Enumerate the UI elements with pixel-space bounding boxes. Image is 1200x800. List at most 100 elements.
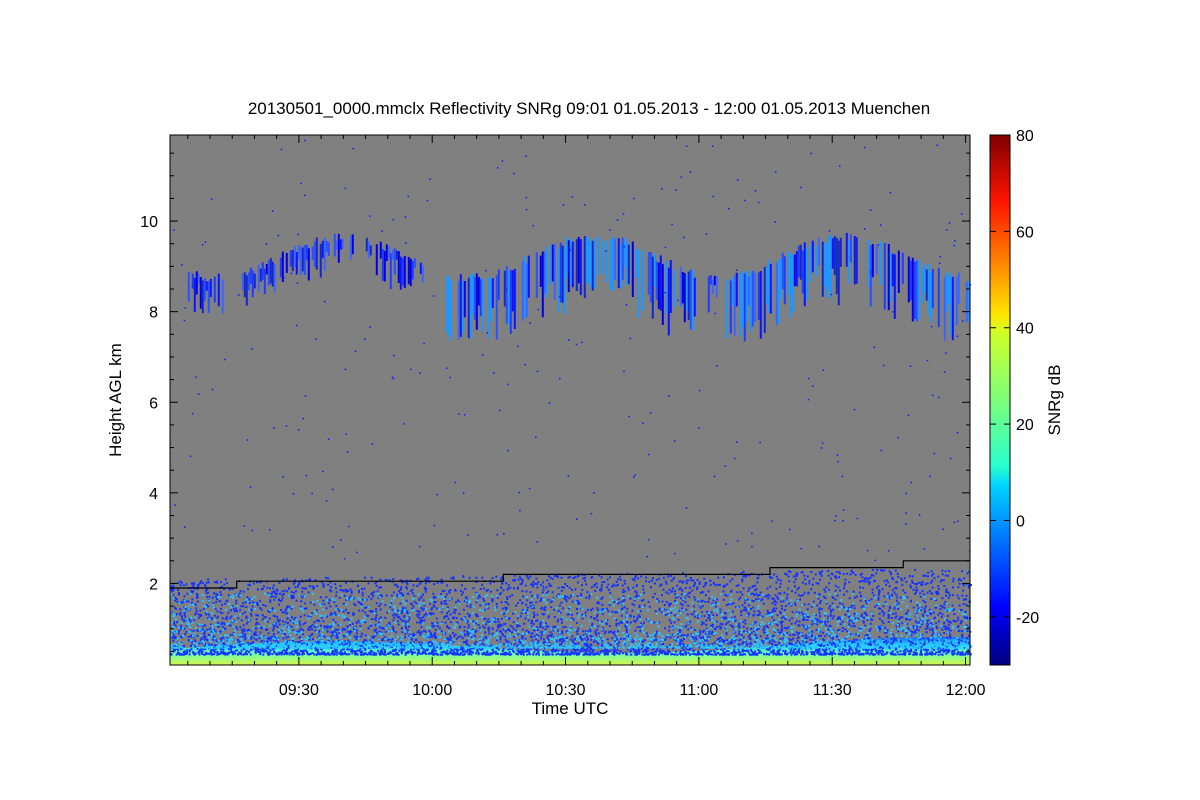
cirrus-echo-streak: [539, 255, 542, 287]
cirrus-echo-streak: [601, 241, 604, 275]
cirrus-echo-streak: [657, 262, 660, 310]
cirrus-echo-streak: [763, 266, 766, 333]
x-tick-label: 10:30: [546, 682, 586, 699]
x-tick-label: 10:00: [412, 682, 452, 699]
cirrus-echo-streak: [775, 262, 778, 325]
cirrus-echo-streak: [527, 255, 530, 298]
cirrus-echo-streak: [469, 274, 472, 339]
cirrus-echo-streak: [487, 277, 490, 338]
cirrus-echo-streak: [507, 270, 510, 326]
cirrus-echo-streak: [305, 244, 308, 261]
cirrus-echo-streak: [745, 271, 748, 322]
cirrus-echo-streak: [791, 254, 794, 312]
cirrus-echo-streak: [245, 275, 248, 306]
cirrus-echo-streak: [559, 242, 562, 303]
cirrus-echo-streak: [289, 250, 292, 267]
cirrus-echo-streak: [715, 276, 718, 298]
cirrus-echo-streak: [687, 271, 690, 321]
cirrus-echo-streak: [889, 252, 892, 302]
cirrus-echo-streak: [605, 240, 608, 283]
cirrus-echo-streak: [733, 275, 736, 337]
cirrus-echo-streak: [951, 276, 954, 341]
cirrus-echo-streak: [709, 275, 712, 285]
cirrus-echo-streak: [831, 238, 834, 269]
cirrus-echo-streak: [837, 240, 840, 306]
cirrus-echo-streak: [921, 267, 924, 304]
cirrus-echo-streak: [625, 241, 628, 286]
cirrus-echo-streak: [477, 277, 480, 306]
x-axis-title: Time UTC: [532, 699, 609, 718]
cirrus-echo-streak: [325, 240, 328, 252]
cirrus-echo-streak: [829, 234, 832, 299]
cirrus-echo-streak: [897, 250, 900, 293]
cirrus-echo-streak: [659, 255, 662, 311]
cirrus-echo-streak: [471, 273, 474, 315]
cirrus-echo-streak: [779, 258, 782, 299]
cirrus-echo-streak: [393, 248, 396, 275]
cirrus-echo-streak: [521, 260, 524, 321]
colorbar-tick-label: 60: [1016, 224, 1034, 241]
cirrus-echo-streak: [463, 281, 466, 318]
cirrus-echo-streak: [879, 241, 882, 285]
cirrus-echo-streak: [867, 239, 870, 287]
cirrus-echo-streak: [489, 277, 492, 322]
cirrus-echo-streak: [803, 242, 806, 307]
cirrus-echo-streak: [869, 245, 872, 307]
cirrus-echo-streak: [735, 272, 738, 307]
cirrus-echo-streak: [445, 276, 448, 333]
cirrus-echo-streak: [569, 238, 572, 284]
cirrus-echo-streak: [491, 278, 494, 308]
cirrus-echo-streak: [759, 271, 762, 339]
cirrus-echo-streak: [667, 267, 670, 336]
x-tick-label: 11:30: [813, 682, 852, 699]
cirrus-echo-streak: [681, 272, 684, 304]
cirrus-echo-streak: [387, 246, 390, 258]
cirrus-echo-streak: [313, 241, 316, 267]
cirrus-echo-streak: [955, 276, 958, 326]
cirrus-echo-streak: [887, 243, 890, 311]
cirrus-echo-streak: [713, 275, 716, 286]
cirrus-echo-streak: [557, 248, 560, 312]
cirrus-echo-streak: [217, 273, 220, 307]
cirrus-echo-streak: [943, 276, 946, 341]
cirrus-echo-streak: [593, 238, 596, 288]
cirrus-echo-streak: [251, 270, 254, 297]
cirrus-echo-streak: [403, 255, 406, 288]
cirrus-echo-streak: [551, 244, 554, 282]
cirrus-echo-streak: [823, 243, 826, 287]
colorbar-tick-label: 0: [1016, 513, 1025, 530]
cirrus-echo-streak: [207, 281, 210, 313]
cirrus-echo-streak: [911, 257, 914, 322]
cirrus-echo-streak: [679, 266, 682, 307]
cirrus-echo-streak: [209, 278, 212, 297]
y-tick-label: 8: [149, 305, 158, 322]
cirrus-echo-streak: [297, 245, 300, 260]
cirrus-echo-streak: [835, 237, 838, 295]
cirrus-echo-streak: [827, 236, 830, 291]
cirrus-echo-streak: [369, 245, 372, 256]
cirrus-echo-streak: [327, 242, 330, 256]
cirrus-echo-streak: [589, 241, 592, 289]
cirrus-echo-streak: [683, 273, 686, 323]
cirrus-echo-streak: [689, 269, 692, 330]
cirrus-echo-streak: [243, 272, 246, 298]
cirrus-echo-streak: [947, 275, 950, 304]
cirrus-echo-streak: [549, 244, 552, 285]
cirrus-echo-streak: [495, 275, 498, 340]
cirrus-echo-streak: [743, 273, 746, 342]
cirrus-echo-streak: [847, 240, 850, 284]
cirrus-echo-streak: [375, 244, 378, 276]
y-tick-label: 10: [140, 214, 158, 231]
cirrus-echo-streak: [473, 276, 476, 320]
cirrus-echo-streak: [205, 281, 208, 291]
cirrus-echo-streak: [461, 281, 464, 333]
cirrus-echo-streak: [891, 253, 894, 287]
cirrus-echo-streak: [399, 256, 402, 290]
cirrus-echo-streak: [411, 260, 414, 280]
cirrus-echo-streak: [649, 252, 652, 303]
cirrus-echo-streak: [199, 277, 202, 309]
cirrus-echo-streak: [543, 251, 546, 294]
cirrus-echo-streak: [931, 268, 934, 309]
cirrus-echo-streak: [623, 238, 626, 268]
cirrus-echo-streak: [871, 244, 874, 278]
